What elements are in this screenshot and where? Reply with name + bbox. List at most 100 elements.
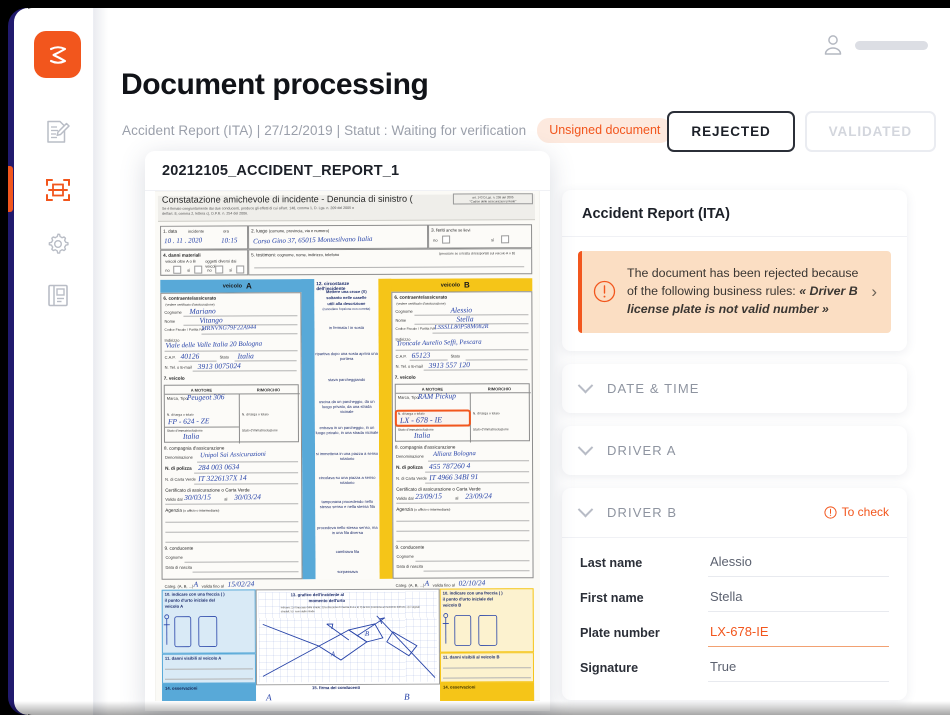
section-driver-a-header[interactable]: DRIVER A (562, 426, 907, 475)
scan-impact-a-label-2: il punto d'urto iniziale del (164, 597, 216, 603)
scan-b-driver-surname-label: Cognome (396, 553, 414, 559)
user-avatar-icon (824, 35, 842, 55)
scan-a-agency-line-3 (165, 541, 299, 543)
app-window: Document processing Accident Report (ITA… (8, 8, 950, 715)
rejected-button[interactable]: REJECTED (667, 111, 795, 152)
rejection-alert-wrapper: The document has been rejected because o… (562, 237, 907, 351)
scan-a-driver-label: 9. conducente (164, 545, 194, 551)
section-driver-a[interactable]: DRIVER A (562, 425, 907, 475)
status-badge-unsigned: Unsigned document (537, 118, 673, 143)
scan-a-vehicle-label: 7. veicolo (163, 375, 185, 381)
scan-a-address-value: Viale delle Valle Italia 20 Bologna (165, 339, 263, 350)
scan-a-licence-cat-label: Categ. (A, B, ...) (164, 583, 194, 589)
scan-b-greencard-line (425, 482, 530, 484)
scan-box-date-value: 10 . 11 . 2020 (164, 236, 203, 246)
sidebar-item-manual[interactable] (34, 272, 81, 319)
scan-a-agency-label: Agenzia (o ufficio o intermediario) (165, 507, 220, 513)
scan-b-cap-label: C.A.P. (395, 353, 407, 359)
field-row-signature[interactable]: Signature True (580, 647, 889, 682)
scan-box-injuries: 3. feriti anche se lievi no sì (428, 224, 533, 249)
chevron-right-icon[interactable]: › (871, 282, 881, 302)
scan-a-valid-line (165, 503, 299, 505)
section-date-time[interactable]: DATE & TIME (562, 363, 907, 413)
scan-damage-si-b: sì (229, 267, 233, 273)
scan-b-name-label: Nome (395, 317, 407, 323)
scan-circumstances-column: 12. circostanze dell'incidente Mettere u… (314, 278, 380, 580)
scan-sketch-drawing: A B (262, 615, 436, 678)
scan-damage-b-line-2 (443, 677, 532, 679)
chevron-down-icon (577, 439, 594, 456)
scan-b-state-label: Stato (450, 353, 460, 359)
scan-b-licence-valid-label: valida fino al (432, 582, 455, 588)
section-driver-b-header[interactable]: DRIVER B To check (562, 488, 907, 538)
validated-button[interactable]: VALIDATED (804, 111, 936, 152)
user-chip[interactable] (823, 34, 928, 56)
scan-b-vehicle-label: 7. veicolo (394, 374, 416, 380)
section-date-time-header[interactable]: DATE & TIME (562, 364, 907, 413)
field-row-first-name[interactable]: First name Stella (580, 577, 889, 612)
scan-a-valid-from-label: Valido dal (165, 496, 183, 502)
scan-a-state-label: Stato (219, 354, 229, 360)
scan-box-time-value: 10:15 (221, 236, 238, 245)
scan-a-greencard-label: N. di Carta Verde (165, 476, 196, 482)
scan-box-time-label: ora (223, 228, 229, 234)
sidebar-item-documents[interactable] (34, 108, 81, 155)
scan-box-material-damage-label: 4. danni materiali (163, 252, 201, 258)
scan-circ-7: circolava su una piazza a senso rotatori… (318, 474, 376, 486)
scan-a-greencard-line (194, 483, 299, 485)
scan-vehicle-b-header: veicolo B (378, 278, 533, 292)
scan-vehicle-b-body: 6. contraente/assicurato (vedere certifi… (391, 291, 534, 579)
scan-b-policy-label: N. di polizza (396, 464, 423, 470)
scan-a-licence-valid-value: 15/02/24 (227, 579, 255, 589)
field-value-plate-number[interactable]: LX-678-IE (708, 621, 889, 647)
field-value-first-name[interactable]: Stella (708, 586, 889, 612)
chevron-down-icon (577, 377, 594, 394)
sidebar-item-settings[interactable] (34, 220, 81, 267)
scan-a-name-label: Nome (164, 318, 176, 324)
scan-witnesses-line (254, 266, 525, 269)
field-value-last-name[interactable]: Alessio (708, 551, 889, 577)
scan-a-cap-label: C.A.P. (164, 354, 176, 360)
scan-b-name-value: Stella (456, 314, 474, 324)
scan-b-agency-line-2 (396, 530, 530, 532)
scan-a-trailer-plate-label: N. di targa o telaio (241, 412, 269, 417)
decision-button-group: REJECTED VALIDATED (667, 111, 936, 152)
scan-form-subtitle: Se è firmato congiuntamente dai due cond… (162, 206, 354, 218)
scanned-accident-report: Constatazione amichevole di incidente - … (155, 191, 540, 701)
field-value-signature[interactable]: True (708, 656, 889, 682)
scan-box-place-value: Corso Gino 37, 65015 Montesilvano Italia (253, 234, 373, 246)
svg-text:A: A (330, 650, 336, 658)
scan-circ-11: sorpassava (337, 568, 358, 575)
scan-b-taxcode-line (432, 332, 529, 334)
scan-impact-a-label-1: 10. indicare con una freccia ( ) (164, 591, 225, 597)
scan-b-policyholder-label: 6. contraente/assicurato (394, 294, 448, 300)
field-row-plate-number[interactable]: Plate number LX-678-IE (580, 612, 889, 647)
field-label-last-name: Last name (580, 555, 643, 570)
scan-b-greencard-value: IT 4966 34BI 91 (429, 472, 479, 483)
scan-vehicle-a-body: 6. contraente/assicurato (vedere certifi… (160, 292, 303, 580)
scan-impact-point-b: 10. indicare con una freccia ( ) il punt… (439, 588, 534, 653)
scan-circ-10: cambiava fila (335, 548, 360, 555)
section-driver-b-label: DRIVER B (607, 504, 678, 520)
app-logo[interactable] (34, 31, 81, 78)
scan-damage-b-line-1 (442, 667, 531, 669)
sidebar-item-scan[interactable] (34, 166, 81, 213)
scan-b-trailer-head: RIMORCHIO (487, 385, 512, 391)
scan-a-phone-label: N. Tel. o E-mail (164, 364, 192, 370)
scan-a-licence-cat-value: A (193, 579, 199, 589)
document-meta-text: Accident Report (ITA) | 27/12/2019 | Sta… (122, 123, 527, 138)
scan-observations-b: 14. osservazioni (440, 682, 535, 701)
scan-b-taxcode-label: Codice Fiscale / Partita IVA (395, 326, 436, 331)
scan-box-place: 2. luogo (comune, provincia, via e numer… (248, 224, 429, 250)
scan-a-dob-line (192, 571, 299, 573)
scan-a-policy-label: N. di polizza (165, 465, 192, 471)
scan-b-dob-label: Data di nascita (396, 563, 424, 569)
scan-legal-line-2: "Codice delle assicurazioni private" (469, 199, 517, 204)
scan-circ-2: ripartiva dopo una sosta apriva una port… (315, 350, 378, 362)
scan-b-taxcode-value: LSSSLL80P58M082R (434, 322, 489, 332)
scan-a-surname-label: Cognome (164, 309, 182, 315)
rejection-alert[interactable]: The document has been rejected because o… (578, 251, 891, 333)
scan-impact-b-label-3: veicolo B (442, 602, 462, 608)
document-page-viewport[interactable]: Constatazione amichevole di incidente - … (155, 191, 540, 701)
field-row-last-name[interactable]: Last name Alessio (580, 542, 889, 577)
